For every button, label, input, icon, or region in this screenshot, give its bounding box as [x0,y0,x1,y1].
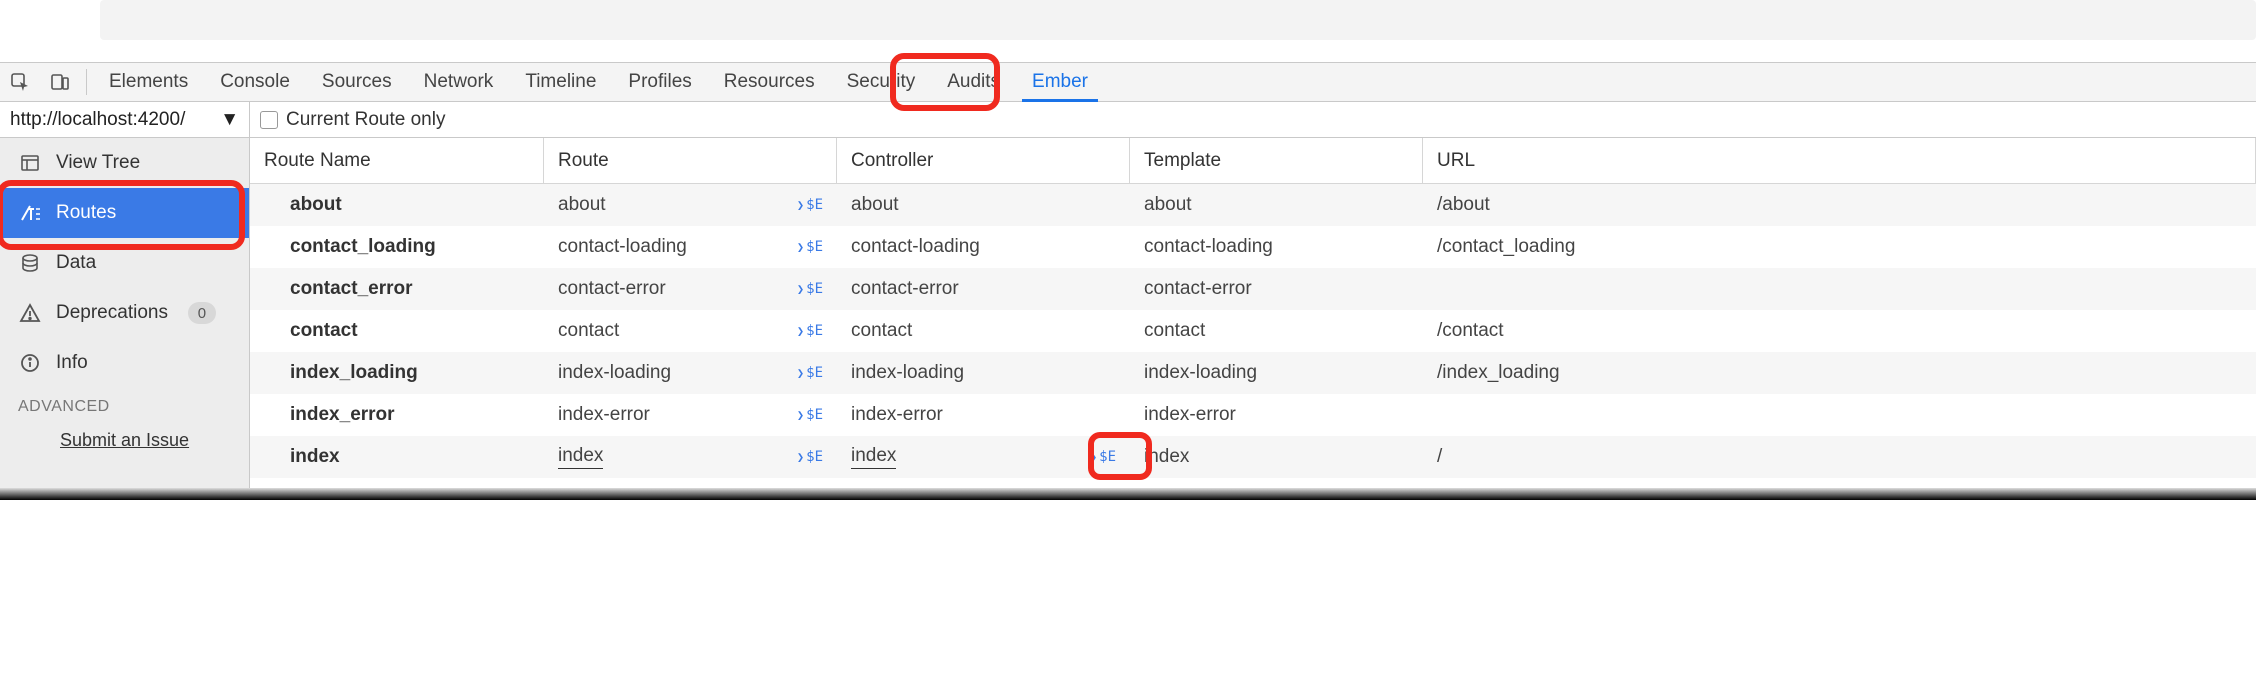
deprecations-icon [18,303,42,323]
devtools-tab-sources[interactable]: Sources [306,63,408,101]
cell-url: / [1423,446,2256,468]
devtools-tab-timeline[interactable]: Timeline [509,63,612,101]
cell-route-name: about [250,194,544,216]
routes-table: Route Name Route Controller Template URL… [250,138,2256,488]
cell-route-name: contact_error [250,278,544,300]
cell-url: /index_loading [1423,362,2256,384]
send-route-to-console[interactable]: ❯$E [797,449,823,465]
cell-route: contact-loading❯$E [544,236,837,258]
view-tree-icon [18,153,42,173]
submit-issue-link[interactable]: Submit an Issue [0,426,249,459]
sidebar-item-data[interactable]: Data [0,238,249,288]
cell-route-name: contact [250,320,544,342]
current-route-only-checkbox[interactable]: Current Route only [250,109,445,131]
col-route-name[interactable]: Route Name [250,138,544,183]
route-row[interactable]: indexindex❯$Eindex❯$Eindex/ [250,436,2256,478]
cell-template: contact [1130,320,1423,342]
send-route-to-console[interactable]: ❯$E [797,407,823,423]
cell-route: index❯$E [544,445,837,469]
cell-route: about❯$E [544,194,837,216]
app-url-dropdown[interactable]: http://localhost:4200/ ▼ [0,102,250,138]
cell-controller: contact-error [837,278,1130,300]
routes-icon [18,203,42,223]
col-route[interactable]: Route [544,138,837,183]
devtools-tab-profiles[interactable]: Profiles [612,63,707,101]
ember-filter-bar: http://localhost:4200/ ▼ Current Route o… [0,102,2256,138]
cell-template: contact-error [1130,278,1423,300]
ember-sidebar: View Tree Routes Data Deprecations 0 Info ADV… [0,138,250,488]
cell-controller: about [837,194,1130,216]
inspect-element-icon[interactable] [0,63,40,101]
devtools-tab-ember[interactable]: Ember [1016,63,1104,101]
route-row[interactable]: contact_loadingcontact-loading❯$Econtact… [250,226,2256,268]
cell-controller: index❯$E [837,445,1130,469]
route-row[interactable]: contactcontact❯$Econtactcontact/contact [250,310,2256,352]
checkbox-box [260,111,278,129]
col-controller[interactable]: Controller [837,138,1130,183]
devtools-tab-console[interactable]: Console [204,63,306,101]
cell-route-name: contact_loading [250,236,544,258]
devtools-tab-audits[interactable]: Audits [931,63,1016,101]
devtools-tab-resources[interactable]: Resources [708,63,831,101]
routes-table-body: aboutabout❯$Eaboutabout/aboutcontact_loa… [250,184,2256,488]
cell-url: /contact_loading [1423,236,2256,258]
device-toolbar-icon[interactable] [40,63,80,101]
sidebar-section-advanced: ADVANCED [0,388,249,426]
sidebar-item-label: Data [56,252,96,274]
devtools-tab-elements[interactable]: Elements [93,63,204,101]
sidebar-item-label: Info [56,352,88,374]
sidebar-item-routes[interactable]: Routes [0,188,249,238]
chevron-down-icon: ▼ [220,109,239,131]
cell-route-name: index_loading [250,362,544,384]
cell-template: about [1130,194,1423,216]
current-route-only-label: Current Route only [286,109,445,131]
routes-table-head: Route Name Route Controller Template URL [250,138,2256,184]
sidebar-item-label: Routes [56,202,116,224]
cell-route: index-loading❯$E [544,362,837,384]
send-route-to-console[interactable]: ❯$E [797,197,823,213]
route-row[interactable]: contact_errorcontact-error❯$Econtact-err… [250,268,2256,310]
devtools-tab-security[interactable]: Security [831,63,932,101]
cell-template: index-loading [1130,362,1423,384]
route-row[interactable]: index_errorindex-error❯$Eindex-errorinde… [250,394,2256,436]
cell-route-name: index [250,446,544,468]
send-controller-to-console[interactable]: ❯$E [1090,449,1116,465]
route-row[interactable]: aboutabout❯$Eaboutabout/about [250,184,2256,226]
sidebar-item-deprecations[interactable]: Deprecations 0 [0,288,249,338]
send-route-to-console[interactable]: ❯$E [797,239,823,255]
sidebar-item-info[interactable]: Info [0,338,249,388]
route-row[interactable]: index_loadingindex-loading❯$Eindex-loadi… [250,352,2256,394]
sidebar-item-label: View Tree [56,152,140,174]
cell-template: contact-loading [1130,236,1423,258]
browser-top-area [0,0,2256,62]
col-template[interactable]: Template [1130,138,1423,183]
cell-url: /about [1423,194,2256,216]
devtools-tabstrip: ElementsConsoleSourcesNetworkTimelinePro… [0,62,2256,102]
send-route-to-console[interactable]: ❯$E [797,323,823,339]
cell-template: index [1130,446,1423,468]
cell-controller: contact-loading [837,236,1130,258]
cell-controller: index-loading [837,362,1130,384]
cell-controller: index-error [837,404,1130,426]
devtools-tab-network[interactable]: Network [408,63,510,101]
cell-route-name: index_error [250,404,544,426]
col-url[interactable]: URL [1423,138,2256,183]
app-url-value: http://localhost:4200/ [10,109,185,131]
info-icon [18,353,42,373]
cell-route: contact❯$E [544,320,837,342]
cell-controller: contact [837,320,1130,342]
sidebar-item-view-tree[interactable]: View Tree [0,138,249,188]
data-icon [18,253,42,273]
deprecations-count-badge: 0 [188,302,216,324]
cell-route: contact-error❯$E [544,278,837,300]
send-route-to-console[interactable]: ❯$E [797,365,823,381]
send-route-to-console[interactable]: ❯$E [797,281,823,297]
sidebar-item-label: Deprecations [56,302,168,324]
cell-url: /contact [1423,320,2256,342]
cell-template: index-error [1130,404,1423,426]
cell-route: index-error❯$E [544,404,837,426]
